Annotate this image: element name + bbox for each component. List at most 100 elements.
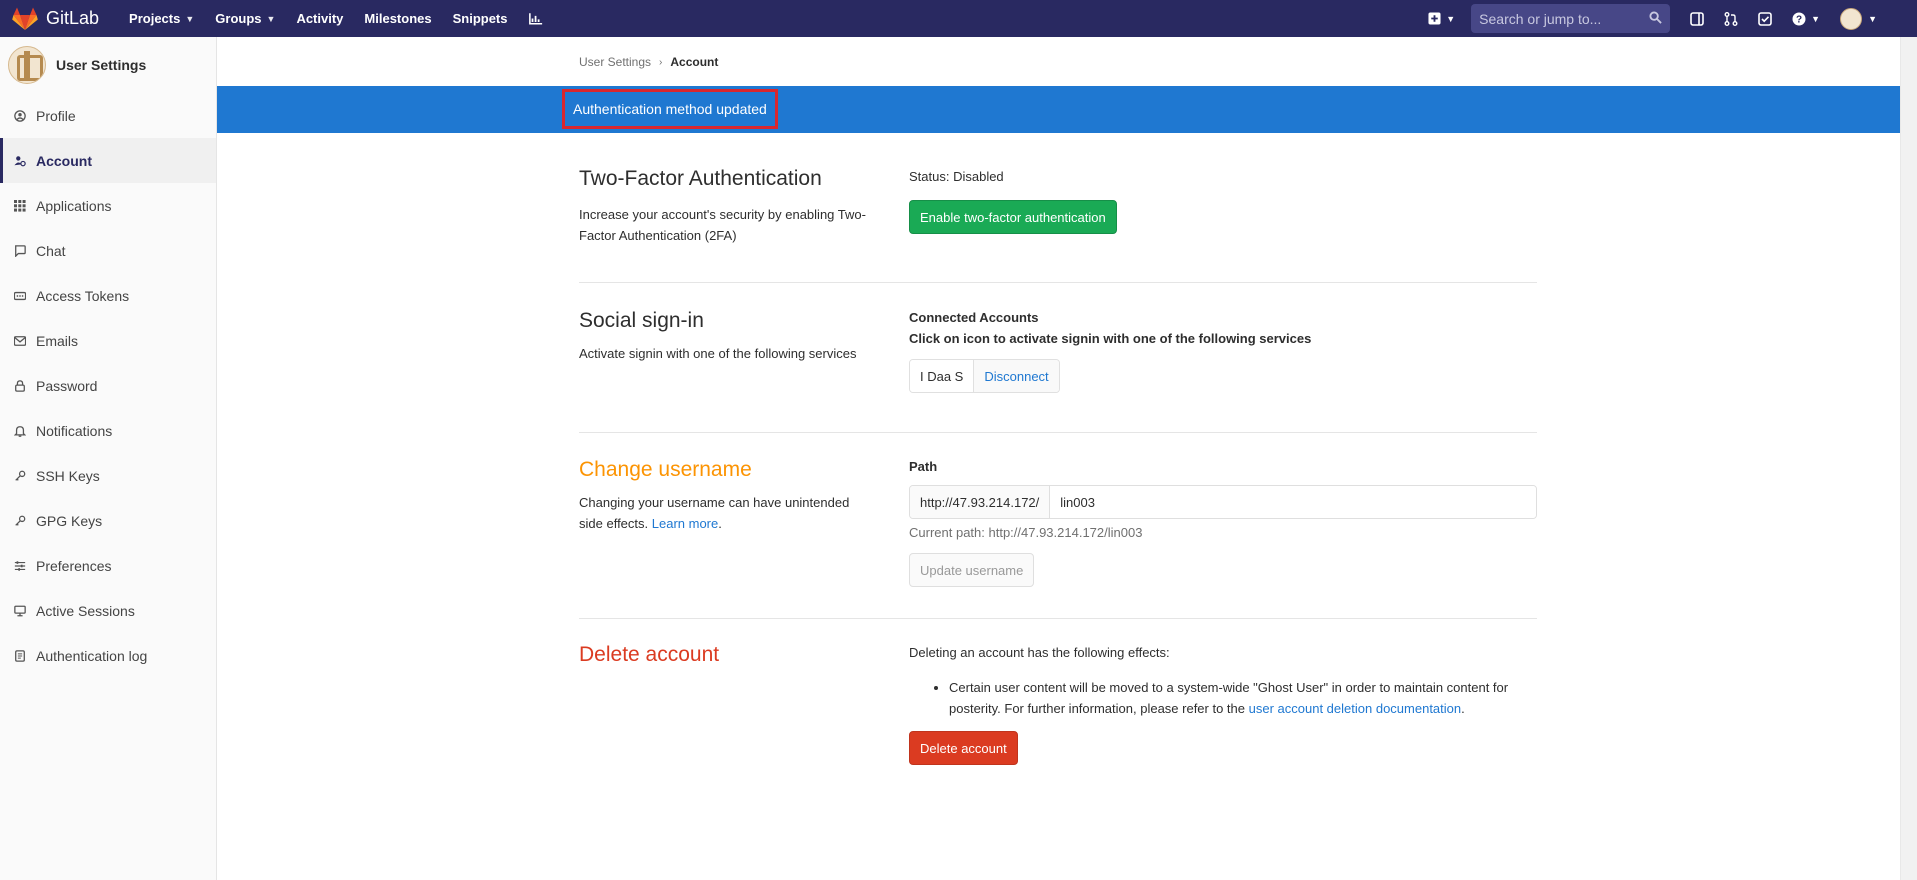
sidebar-item-label: Authentication log xyxy=(36,647,148,664)
learn-more-link[interactable]: Learn more xyxy=(652,516,718,531)
two-factor-section: Two-Factor Authentication Increase your … xyxy=(579,167,1537,246)
applications-icon xyxy=(13,199,27,213)
username-input-group: http://47.93.214.172/ xyxy=(909,485,1537,519)
delete-account-button[interactable]: Delete account xyxy=(909,731,1018,765)
connected-accounts-label: Connected Accounts xyxy=(909,310,1039,325)
section-divider xyxy=(579,282,1537,283)
nav-projects-label: Projects xyxy=(129,11,181,26)
sidebar-item-label: Account xyxy=(36,152,92,169)
nav-milestones[interactable]: Milestones xyxy=(364,11,431,26)
deletion-documentation-link[interactable]: user account deletion documentation xyxy=(1249,701,1461,716)
gpg-key-icon xyxy=(13,514,27,528)
user-menu[interactable]: ▼ xyxy=(1830,0,1917,37)
notifications-bell-icon xyxy=(13,424,27,438)
sidebar-item-access-tokens[interactable]: Access Tokens xyxy=(0,273,216,318)
sidebar-item-ssh-keys[interactable]: SSH Keys xyxy=(0,453,216,498)
change-username-description: Changing your username can have unintend… xyxy=(579,495,850,531)
chevron-down-icon: ▼ xyxy=(1868,13,1877,24)
profile-icon xyxy=(13,109,27,123)
help-icon[interactable]: ? ▼ xyxy=(1782,0,1830,37)
svg-text:?: ? xyxy=(1796,14,1802,25)
sidebar-item-label: Chat xyxy=(36,242,66,259)
active-sessions-icon xyxy=(13,604,27,618)
sidebar-item-label: Password xyxy=(36,377,98,394)
sidebar-item-preferences[interactable]: Preferences xyxy=(0,543,216,588)
two-factor-status: Status: Disabled xyxy=(909,169,1004,184)
delete-effects-intro: Deleting an account has the following ef… xyxy=(909,645,1170,660)
nav-groups-label: Groups xyxy=(215,11,262,26)
sidebar-item-label: Applications xyxy=(36,197,112,214)
disconnect-button[interactable]: Disconnect xyxy=(974,360,1059,392)
current-path-help: Current path: http://47.93.214.172/lin00… xyxy=(909,525,1143,540)
sidebar-panel-icon[interactable] xyxy=(1680,0,1714,37)
gitlab-tanuki-icon xyxy=(12,7,38,30)
sidebar-item-label: Emails xyxy=(36,332,79,349)
sidebar-title: User Settings xyxy=(56,57,147,73)
sidebar-item-label: Notifications xyxy=(36,422,113,439)
breadcrumb-parent[interactable]: User Settings xyxy=(579,55,651,69)
chat-icon xyxy=(13,244,27,258)
nav-projects[interactable]: Projects ▼ xyxy=(129,11,194,26)
account-icon xyxy=(13,154,27,168)
settings-sidebar: User Settings Profile Account Applications… xyxy=(0,37,217,880)
brand-name: GitLab xyxy=(46,8,100,28)
top-navbar: GitLab Projects ▼ Groups ▼ Activity Milest… xyxy=(0,0,1917,37)
sidebar-item-applications[interactable]: Applications xyxy=(0,183,216,228)
sidebar-item-authentication-log[interactable]: Authentication log xyxy=(0,633,216,678)
chevron-down-icon: ▼ xyxy=(1446,13,1456,24)
provider-idaas-button[interactable]: I Daa S xyxy=(910,360,975,392)
enable-two-factor-button[interactable]: Enable two-factor authentication xyxy=(909,200,1117,234)
password-lock-icon xyxy=(13,379,27,393)
merge-request-icon[interactable] xyxy=(1714,0,1748,37)
sidebar-item-emails[interactable]: Emails xyxy=(0,318,216,363)
plus-square-icon[interactable]: ▼ xyxy=(1418,0,1465,37)
chevron-right-icon: › xyxy=(659,56,663,68)
sidebar-item-chat[interactable]: Chat xyxy=(0,228,216,273)
social-signin-description: Activate signin with one of the followin… xyxy=(579,346,857,361)
section-divider xyxy=(579,432,1537,433)
provider-button-group: I Daa S Disconnect xyxy=(909,359,1060,393)
sidebar-item-label: Preferences xyxy=(36,557,112,574)
sidebar-item-label: Access Tokens xyxy=(36,287,130,304)
change-username-section: Change username Changing your username c… xyxy=(579,458,1537,587)
chevron-down-icon: ▼ xyxy=(266,13,276,24)
search-input[interactable]: Search or jump to... xyxy=(1471,4,1671,33)
update-username-button[interactable]: Update username xyxy=(909,553,1035,587)
nav-groups[interactable]: Groups ▼ xyxy=(215,11,275,26)
todo-check-icon[interactable] xyxy=(1748,0,1782,37)
sidebar-item-notifications[interactable]: Notifications xyxy=(0,408,216,453)
flash-message: Authentication method updated xyxy=(562,89,778,129)
access-tokens-icon xyxy=(13,289,27,303)
list-item: Certain user content will be moved to a … xyxy=(949,677,1537,719)
search-placeholder: Search or jump to... xyxy=(1479,10,1602,27)
delete-effects-list: Certain user content will be moved to a … xyxy=(949,677,1537,719)
sidebar-item-gpg-keys[interactable]: GPG Keys xyxy=(0,498,216,543)
path-label: Path xyxy=(909,459,938,474)
sidebar-item-password[interactable]: Password xyxy=(0,363,216,408)
chart-icon[interactable] xyxy=(528,11,547,27)
section-divider xyxy=(579,618,1537,619)
delete-account-section: Delete account Deleting an account has t… xyxy=(579,643,1537,765)
sidebar-item-label: Active Sessions xyxy=(36,602,135,619)
two-factor-description: Increase your account's security by enab… xyxy=(579,207,866,243)
sidebar-item-label: GPG Keys xyxy=(36,512,103,529)
emails-icon xyxy=(13,334,27,348)
breadcrumb-current[interactable]: Account xyxy=(670,55,718,69)
sidebar-item-active-sessions[interactable]: Active Sessions xyxy=(0,588,216,633)
sidebar-header[interactable]: User Settings xyxy=(0,37,216,93)
sidebar-item-label: Profile xyxy=(36,107,76,124)
gitlab-logo[interactable]: GitLab xyxy=(12,0,99,37)
chevron-down-icon: ▼ xyxy=(185,13,195,24)
authentication-log-icon xyxy=(13,649,27,663)
sidebar-item-label: SSH Keys xyxy=(36,467,100,484)
chevron-down-icon: ▼ xyxy=(1811,13,1821,24)
nav-snippets[interactable]: Snippets xyxy=(453,11,508,26)
username-input[interactable] xyxy=(1050,486,1536,518)
connected-accounts-instructions: Click on icon to activate signin with on… xyxy=(909,331,1312,346)
nav-activity[interactable]: Activity xyxy=(296,11,343,26)
sidebar-item-profile[interactable]: Profile xyxy=(0,93,216,138)
sidebar-item-account[interactable]: Account xyxy=(0,138,216,183)
social-signin-section: Social sign-in Activate signin with one … xyxy=(579,309,1537,393)
scrollbar[interactable] xyxy=(1900,37,1917,880)
flash-notice: Authentication method updated xyxy=(217,86,1900,133)
